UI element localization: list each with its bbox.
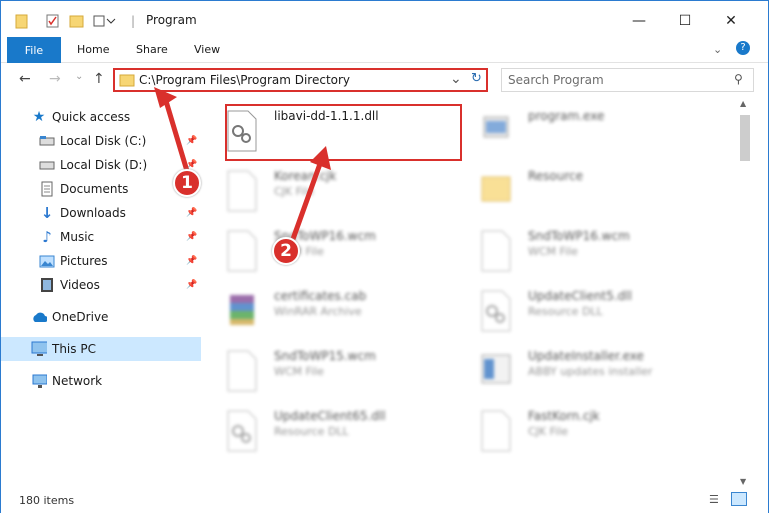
annotation-arrows xyxy=(154,87,331,242)
status-bar: 180 items ☰ xyxy=(1,489,768,513)
desktop-strip xyxy=(0,513,769,529)
item-count: 180 items xyxy=(19,494,75,507)
annotation-badge-1: 1 xyxy=(173,169,201,197)
annotation-badge-2: 2 xyxy=(272,237,300,265)
explorer-window: | Program — ☐ ✕ File Home Share View ⌄ ?… xyxy=(0,0,769,529)
details-view-icon[interactable]: ☰ xyxy=(709,493,719,506)
large-icons-view-icon[interactable] xyxy=(731,492,747,506)
